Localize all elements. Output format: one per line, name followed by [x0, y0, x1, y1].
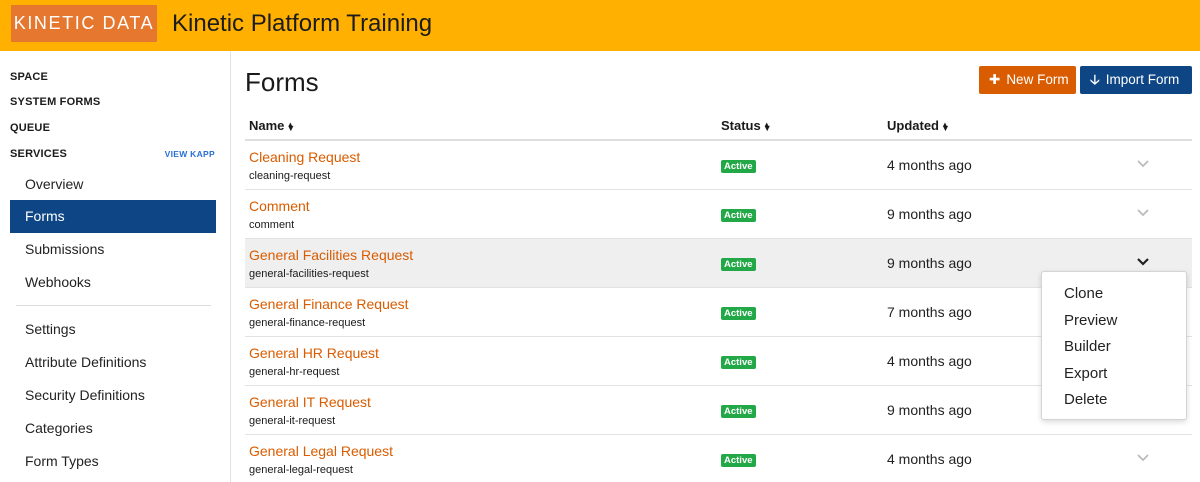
sidebar-item-security-definitions[interactable]: Security Definitions [10, 379, 216, 412]
form-name-link[interactable]: General Legal Request [249, 443, 393, 459]
updated-time: 4 months ago [887, 451, 972, 467]
page-title: Forms [245, 67, 319, 97]
new-form-button[interactable]: ✚ New Form [979, 66, 1076, 94]
chevron-down-icon[interactable] [1135, 155, 1151, 171]
top-header: KINETIC DATA Kinetic Platform Training [0, 0, 1200, 51]
sort-icon: ▲▼ [286, 122, 296, 133]
chevron-down-icon[interactable] [1135, 253, 1151, 269]
form-slug: comment [249, 219, 295, 231]
column-header-name[interactable]: Name ▲▼ [249, 118, 295, 133]
column-header-status[interactable]: Status ▲▼ [721, 118, 772, 133]
menu-item-builder[interactable]: Builder [1042, 334, 1186, 361]
updated-time: 9 months ago [887, 206, 972, 222]
status-badge: Active [721, 209, 756, 222]
form-name-link[interactable]: General Finance Request [249, 296, 409, 312]
table-row: Cleaning Request cleaning-request Active… [245, 141, 1192, 190]
column-status-label: Status [721, 118, 761, 133]
status-badge: Active [721, 307, 756, 320]
updated-time: 7 months ago [887, 304, 972, 320]
sidebar-section-services[interactable]: SERVICES [10, 148, 67, 160]
sidebar-item-overview[interactable]: Overview [10, 168, 216, 201]
sidebar-item-forms[interactable]: Forms [10, 200, 216, 233]
form-name-link[interactable]: General Facilities Request [249, 247, 413, 263]
sidebar-section-space[interactable]: SPACE [10, 71, 48, 83]
chevron-down-icon[interactable] [1135, 449, 1151, 465]
status-badge: Active [721, 405, 756, 418]
sort-icon: ▲▼ [940, 122, 950, 133]
status-badge: Active [721, 160, 756, 173]
menu-item-clone[interactable]: Clone [1042, 281, 1186, 308]
form-slug: general-hr-request [249, 366, 340, 378]
table-row: Comment comment Active 9 months ago [245, 190, 1192, 239]
updated-time: 9 months ago [887, 402, 972, 418]
form-slug: general-finance-request [249, 317, 366, 329]
new-form-label: New Form [1006, 72, 1069, 87]
sidebar-item-form-types[interactable]: Form Types [10, 445, 216, 478]
table-row: General Legal Request general-legal-requ… [245, 435, 1192, 482]
form-slug: general-legal-request [249, 464, 353, 476]
sidebar-item-submissions[interactable]: Submissions [10, 233, 216, 266]
menu-item-export[interactable]: Export [1042, 361, 1186, 388]
plus-icon: ✚ [989, 72, 1001, 87]
status-badge: Active [721, 356, 756, 369]
form-name-link[interactable]: Comment [249, 198, 310, 214]
column-header-updated[interactable]: Updated ▲▼ [887, 118, 950, 133]
form-slug: general-it-request [249, 415, 336, 427]
sidebar-item-webhooks[interactable]: Webhooks [10, 266, 216, 299]
sidebar-item-categories[interactable]: Categories [10, 412, 216, 445]
form-name-link[interactable]: Cleaning Request [249, 149, 360, 165]
sidebar-section-system-forms[interactable]: SYSTEM FORMS [10, 96, 100, 108]
form-name-link[interactable]: General HR Request [249, 345, 379, 361]
status-badge: Active [721, 454, 756, 467]
chevron-down-icon[interactable] [1135, 204, 1151, 220]
menu-item-preview[interactable]: Preview [1042, 308, 1186, 335]
sidebar-section-queue[interactable]: QUEUE [10, 122, 50, 134]
import-form-label: Import Form [1105, 72, 1180, 87]
sidebar-divider [16, 305, 211, 306]
form-name-link[interactable]: General IT Request [249, 394, 371, 410]
form-slug: general-facilities-request [249, 268, 369, 280]
column-updated-label: Updated [887, 118, 939, 133]
sidebar-item-attribute-definitions[interactable]: Attribute Definitions [10, 346, 216, 379]
row-actions-menu: Clone Preview Builder Export Delete [1041, 271, 1187, 420]
app-title: Kinetic Platform Training [172, 10, 433, 37]
arrow-down-icon: 🡣 [1090, 72, 1100, 87]
status-badge: Active [721, 258, 756, 271]
updated-time: 9 months ago [887, 255, 972, 271]
sidebar: SPACE SYSTEM FORMS QUEUE SERVICES VIEW K… [0, 51, 231, 482]
column-name-label: Name [249, 118, 285, 133]
updated-time: 4 months ago [887, 353, 972, 369]
sort-icon: ▲▼ [762, 122, 772, 133]
import-form-button[interactable]: 🡣 Import Form [1080, 66, 1192, 94]
updated-time: 4 months ago [887, 157, 972, 173]
kinetic-data-logo[interactable]: KINETIC DATA [11, 5, 157, 42]
view-kapp-link[interactable]: VIEW KAPP [165, 149, 215, 159]
menu-item-delete[interactable]: Delete [1042, 387, 1186, 414]
form-slug: cleaning-request [249, 170, 331, 182]
sidebar-item-settings[interactable]: Settings [10, 313, 216, 346]
